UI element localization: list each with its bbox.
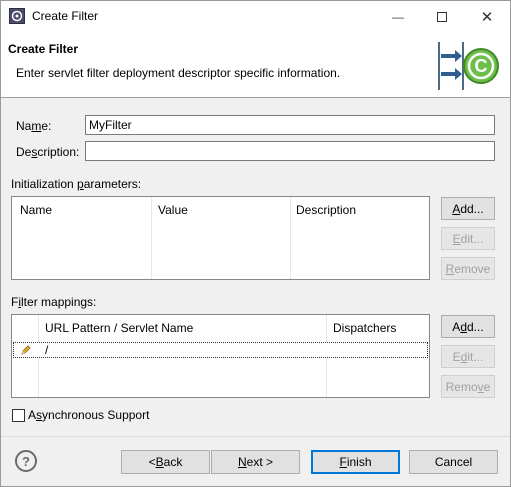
init-params-table[interactable]: Name Value Description [11,196,430,280]
column-header-name[interactable]: Name [20,203,52,217]
description-field[interactable] [85,141,495,161]
maximize-button[interactable] [420,1,464,32]
column-header-value[interactable]: Value [158,203,188,217]
async-support-label[interactable]: Asynchronous Support [28,408,149,422]
create-filter-dialog: Create Filter — ✕ Create Filter Enter se… [0,0,511,487]
button-bar: ? < Back Next > Finish Cancel [1,436,510,486]
window-title: Create Filter [32,9,99,23]
banner-description: Enter servlet filter deployment descript… [16,66,341,80]
name-label: Name: [16,119,52,133]
eclipse-app-icon [9,8,25,24]
minimize-icon: — [392,9,404,24]
filter-wizard-icon: C [438,42,499,90]
title-bar: Create Filter — ✕ [1,1,510,32]
close-button[interactable]: ✕ [465,1,509,32]
back-button[interactable]: < Back [121,450,210,474]
column-header-description[interactable]: Description [296,203,356,217]
maximize-icon [437,11,447,22]
filter-mappings-label: Filter mappings: [11,295,97,309]
pencil-icon [21,345,31,355]
init-params-add-button[interactable]: Add... [441,197,495,220]
url-pattern-cell: / [45,343,49,357]
help-icon[interactable]: ? [15,450,37,472]
table-row[interactable]: / [13,342,428,358]
description-label: Description: [16,145,80,159]
filter-mappings-edit-button[interactable]: Ed it... [441,345,495,368]
init-params-remove-button[interactable]: Remove [441,257,495,280]
filter-mappings-remove-button[interactable]: Remo v e [441,375,495,398]
cancel-button[interactable]: Cancel [409,450,498,474]
filter-mappings-table[interactable]: URL Pattern / Servlet Name Dispatchers / [11,314,430,398]
banner-title: Create Filter [8,42,79,56]
column-divider [151,197,152,279]
wizard-banner: Create Filter Enter servlet filter deplo… [1,32,510,98]
name-field[interactable] [85,115,495,135]
next-button[interactable]: Next > [211,450,300,474]
finish-button[interactable]: Finish [311,450,400,474]
minimize-button[interactable]: — [376,1,420,32]
async-support-checkbox[interactable] [12,409,25,422]
init-params-label: Initialization parameters: [11,177,142,191]
filter-mappings-add-button[interactable]: Ad d... [441,315,495,338]
init-params-edit-button[interactable]: Edit... [441,227,495,250]
column-header-url-pattern[interactable]: URL Pattern / Servlet Name [45,321,193,335]
close-icon: ✕ [480,8,494,26]
column-header-dispatchers[interactable]: Dispatchers [333,321,396,335]
column-divider [290,197,291,279]
svg-text:C: C [475,56,488,76]
